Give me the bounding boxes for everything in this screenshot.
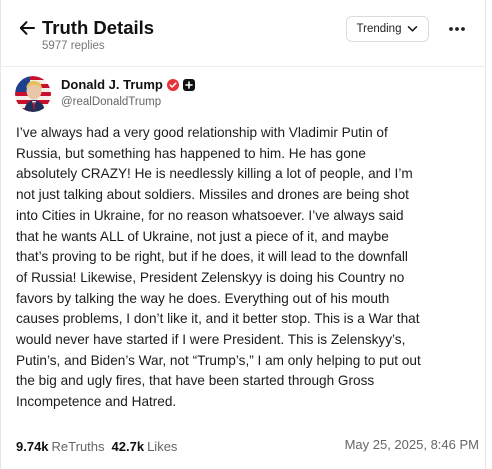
arrow-left-icon: [19, 21, 35, 35]
header: Truth Details 5977 replies Trending: [0, 0, 486, 66]
retruths-count: 9.74k: [16, 438, 49, 454]
left-border: [0, 0, 1, 469]
right-border: [485, 0, 486, 469]
plus-badge-icon: [182, 78, 195, 91]
back-button[interactable]: [12, 13, 42, 43]
sort-dropdown[interactable]: Trending: [346, 16, 429, 42]
author-handle[interactable]: @realDonaldTrump: [61, 96, 161, 108]
retruths-stat[interactable]: 9.74k ReTruths: [16, 439, 105, 454]
chevron-down-icon: [408, 26, 418, 32]
truth-details-view: Truth Details 5977 replies Trending Dona…: [0, 0, 491, 469]
author-name[interactable]: Donald J. Trump: [61, 77, 163, 92]
author-row: Donald J. Trump: [61, 77, 195, 92]
post-text: I’ve always had a very good relationship…: [16, 125, 421, 410]
sort-dropdown-label: Trending: [356, 23, 402, 35]
likes-stat[interactable]: 42.7k Likes: [112, 439, 178, 454]
more-dots-icon: [449, 27, 465, 31]
retruths-label: ReTruths: [51, 438, 105, 454]
likes-label: Likes: [147, 438, 178, 454]
page-title: Truth Details: [42, 17, 155, 38]
more-options-button[interactable]: [444, 17, 470, 41]
header-divider: [0, 66, 486, 67]
avatar-image: [15, 76, 51, 112]
verified-badge-icon: [166, 78, 179, 91]
avatar[interactable]: [15, 76, 51, 112]
likes-count: 42.7k: [111, 438, 145, 454]
replies-count: 5977 replies: [42, 40, 105, 52]
post-timestamp: May 25, 2025, 8:46 PM: [344, 437, 479, 452]
